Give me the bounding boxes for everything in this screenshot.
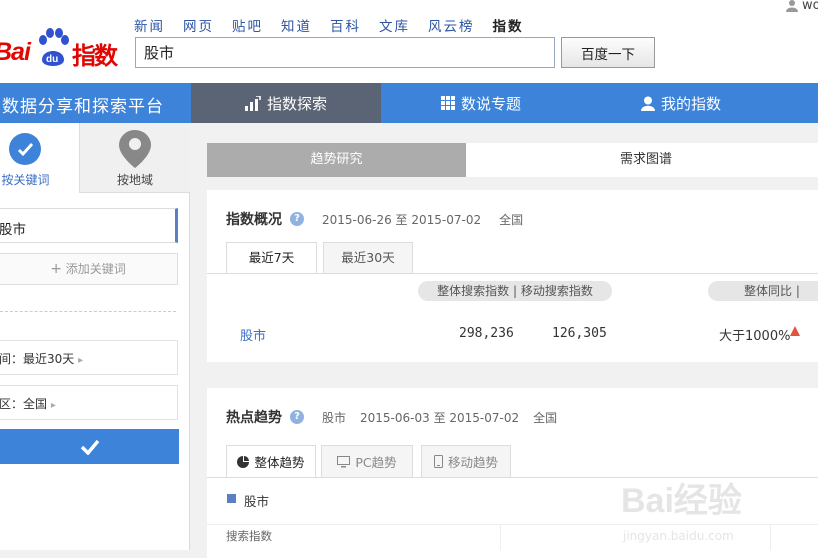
tab-index-explore[interactable]: 指数探索 xyxy=(191,83,381,123)
up-arrow-icon xyxy=(790,326,800,336)
user-icon xyxy=(640,96,655,111)
user-area[interactable]: wo xyxy=(786,0,818,13)
baidu-jingyan-watermark: Bai经验 jingyan.baidu.com xyxy=(621,481,742,543)
baidu-index-logo[interactable]: Bai du 指数 xyxy=(0,26,124,70)
logo-text-index: 指数 xyxy=(72,42,118,70)
watermark-text: Bai经验 xyxy=(621,481,742,520)
top-nav: 新闻 网页 贴吧 知道 百科 文库 风云榜 指数 xyxy=(134,15,542,35)
nav-zhidao[interactable]: 知道 xyxy=(281,15,312,35)
logo-text-bai: Bai xyxy=(0,38,31,66)
sidebar-tab-region[interactable]: 按地域 xyxy=(79,123,190,193)
sidebar-tab-keyword[interactable]: 按关键词 xyxy=(0,123,79,193)
chart-y-axis-label: 搜索指数 xyxy=(226,529,272,543)
user-icon xyxy=(786,0,798,12)
time-filter[interactable]: 间：最近30天 ▸ xyxy=(0,340,178,375)
monitor-icon xyxy=(337,455,351,467)
tab-my-index[interactable]: 我的指数 xyxy=(581,83,781,123)
tab-last-30-days[interactable]: 最近30天 xyxy=(323,242,413,274)
tab-index-explore-label: 指数探索 xyxy=(266,94,327,113)
search-index-header: 整体搜索指数 | 移动搜索指数 xyxy=(418,281,612,301)
nav-wenku[interactable]: 文库 xyxy=(379,15,410,35)
overview-divider xyxy=(207,273,818,274)
platform-title: 数据分享和探索平台 xyxy=(2,97,164,117)
trend-header: 热点趋势 ? 股市 2015-06-03 至 2015-07-02 全国 xyxy=(226,407,557,427)
time-filter-label: 间：最近30天 xyxy=(0,352,75,366)
tab-overall-trend-label: 整体趋势 xyxy=(254,455,305,470)
pie-icon xyxy=(237,455,250,468)
keyword-item-label: 股市 xyxy=(0,222,26,238)
keyword-item[interactable]: 股市 xyxy=(0,208,178,243)
tab-overall-trend[interactable]: 整体趋势 xyxy=(226,445,316,478)
nav-tieba[interactable]: 贴吧 xyxy=(232,15,263,35)
paw-icon: du xyxy=(39,28,69,66)
overview-title: 指数概况 xyxy=(226,212,282,228)
trend-keyword: 股市 xyxy=(322,410,347,425)
add-keyword-label: 添加关键词 xyxy=(65,262,126,276)
tab-data-topics[interactable]: 数说专题 xyxy=(381,83,581,123)
tab-pc-trend-label: PC趋势 xyxy=(355,455,397,470)
confirm-button[interactable] xyxy=(0,429,179,464)
trend-title: 热点趋势 xyxy=(226,410,282,426)
tab-last-7-days[interactable]: 最近7天 xyxy=(226,242,317,274)
search-input[interactable] xyxy=(135,37,555,68)
region-filter[interactable]: 区：全国 ▸ xyxy=(0,385,178,420)
nav-baike[interactable]: 百科 xyxy=(330,15,361,35)
tab-my-index-label: 我的指数 xyxy=(660,94,721,113)
overview-region: 全国 xyxy=(499,212,524,227)
tab-pc-trend[interactable]: PC趋势 xyxy=(321,445,413,478)
logo-text-du: du xyxy=(46,54,58,65)
legend-swatch xyxy=(227,494,236,503)
trend-date-range: 2015-06-03 至 2015-07-02 xyxy=(360,410,520,425)
caret-right-icon: ▸ xyxy=(50,400,56,411)
overview-row-yoy: 大于1000% xyxy=(719,329,791,344)
tab-data-topics-label: 数说专题 xyxy=(460,94,521,113)
checkmark-icon xyxy=(80,439,99,455)
sidebar-tab-keyword-label: 按关键词 xyxy=(1,173,50,187)
trend-region: 全国 xyxy=(533,410,558,425)
grid-icon xyxy=(440,96,455,110)
overview-row-mobile-index: 126,305 xyxy=(552,326,607,341)
sidebar-tab-region-label: 按地域 xyxy=(116,173,153,187)
nav-fengyunbang[interactable]: 风云榜 xyxy=(428,15,475,35)
overview-row-total-index: 298,236 xyxy=(459,326,514,341)
user-name: wo xyxy=(802,0,818,13)
watermark-sub: jingyan.baidu.com xyxy=(622,529,734,543)
nav-index[interactable]: 指数 xyxy=(493,15,524,35)
search-button[interactable]: 百度一下 xyxy=(561,37,655,68)
mobile-icon xyxy=(433,455,443,468)
overview-row-keyword[interactable]: 股市 xyxy=(240,325,266,344)
overview-date-range: 2015-06-26 至 2015-07-02 xyxy=(322,212,482,227)
sidebar-divider xyxy=(0,311,176,312)
tab-trend-research[interactable]: 趋势研究 xyxy=(207,143,466,177)
chart-icon xyxy=(244,95,261,111)
tab-mobile-trend-label: 移动趋势 xyxy=(447,455,498,470)
nav-news[interactable]: 新闻 xyxy=(134,15,165,35)
nav-web[interactable]: 网页 xyxy=(183,15,214,35)
overview-header: 指数概况 ? 2015-06-26 至 2015-07-02 全国 xyxy=(226,209,523,229)
tab-demand-graph[interactable]: 需求图谱 xyxy=(466,143,818,177)
yoy-header: 整体同比 | xyxy=(708,281,818,301)
chart-gridline xyxy=(500,524,501,550)
help-icon[interactable]: ? xyxy=(290,212,304,226)
add-keyword-button[interactable]: + 添加关键词 xyxy=(0,253,178,285)
map-pin-icon xyxy=(119,130,151,168)
plus-icon: + xyxy=(50,261,62,277)
legend-label[interactable]: 股市 xyxy=(244,491,269,510)
caret-right-icon: ▸ xyxy=(78,355,84,366)
region-filter-label: 区：全国 xyxy=(0,397,48,411)
tab-mobile-trend[interactable]: 移动趋势 xyxy=(421,445,511,478)
help-icon[interactable]: ? xyxy=(290,410,304,424)
keyword-pen-icon xyxy=(9,133,41,165)
